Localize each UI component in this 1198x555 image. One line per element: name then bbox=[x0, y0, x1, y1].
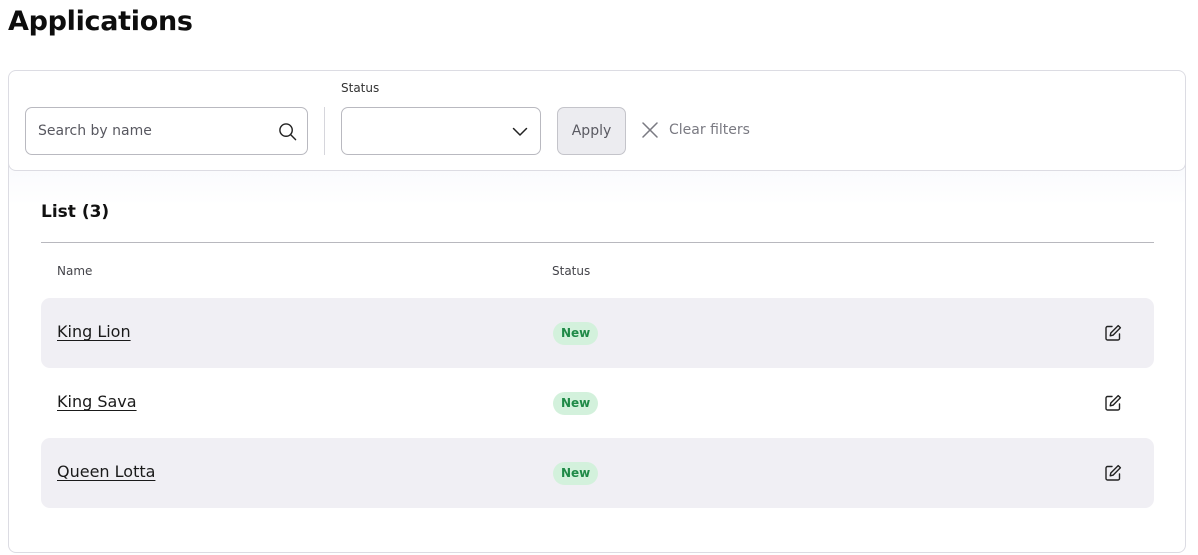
status-badge: New bbox=[553, 322, 599, 345]
clear-filters-label: Clear filters bbox=[669, 122, 750, 138]
column-header-status: Status bbox=[552, 264, 591, 278]
close-icon bbox=[642, 122, 658, 138]
filter-bar: Status Apply Clear filters bbox=[8, 70, 1186, 171]
table-row: Queen Lotta New bbox=[41, 438, 1154, 508]
edit-icon[interactable] bbox=[1103, 393, 1123, 413]
status-select[interactable] bbox=[341, 107, 541, 155]
table-row: King Sava New bbox=[41, 368, 1154, 438]
filter-divider bbox=[324, 107, 325, 155]
status-filter-label: Status bbox=[341, 81, 380, 95]
chevron-down-icon bbox=[512, 127, 528, 136]
search-input[interactable] bbox=[38, 108, 268, 154]
status-badge: New bbox=[553, 462, 599, 485]
apply-button[interactable]: Apply bbox=[557, 107, 626, 155]
row-name-link[interactable]: King Sava bbox=[57, 392, 137, 411]
search-box[interactable] bbox=[25, 107, 308, 155]
row-name-link[interactable]: King Lion bbox=[57, 322, 131, 341]
row-name-link[interactable]: Queen Lotta bbox=[57, 462, 155, 481]
clear-filters-button[interactable]: Clear filters bbox=[641, 119, 750, 141]
list-title: List (3) bbox=[41, 202, 110, 222]
status-badge: New bbox=[553, 392, 599, 415]
list-panel: List (3) Name Status King Lion New King … bbox=[8, 150, 1186, 553]
edit-icon[interactable] bbox=[1103, 463, 1123, 483]
list-divider bbox=[41, 242, 1154, 243]
table-row: King Lion New bbox=[41, 298, 1154, 368]
column-header-name: Name bbox=[57, 264, 93, 278]
search-icon[interactable] bbox=[278, 122, 297, 141]
edit-icon[interactable] bbox=[1103, 323, 1123, 343]
page-title: Applications bbox=[8, 6, 193, 37]
